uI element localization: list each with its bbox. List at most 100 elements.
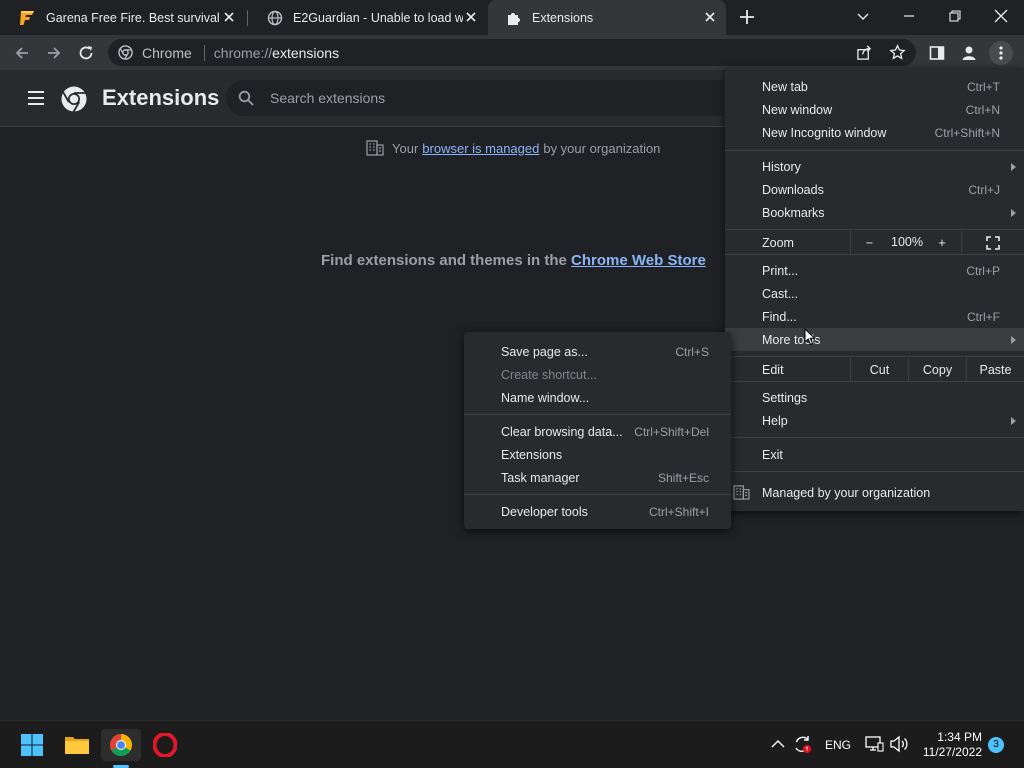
menu-item-more-tools[interactable]: More tools: [725, 328, 1024, 351]
close-window-icon[interactable]: [978, 0, 1024, 32]
menu-item-history[interactable]: History: [725, 155, 1024, 178]
menu-shortcut: Ctrl+J: [968, 182, 1000, 197]
copy-button[interactable]: Copy: [908, 358, 966, 381]
paste-button[interactable]: Paste: [966, 358, 1024, 381]
clock-date: 11/27/2022: [922, 745, 982, 759]
back-icon[interactable]: [10, 41, 34, 65]
tab-title: E2Guardian - Unable to load web: [293, 10, 463, 25]
search-input[interactable]: [270, 88, 670, 108]
kebab-menu-icon[interactable]: [989, 41, 1013, 65]
menu-label: Downloads: [762, 182, 824, 197]
system-clock[interactable]: 1:34 PM 11/27/2022: [918, 730, 982, 760]
title-bar: Garena Free Fire. Best survival Ba E2Gua…: [0, 0, 1024, 35]
notification-badge[interactable]: 3: [988, 737, 1004, 753]
omnibox-divider: [203, 44, 205, 61]
menu-label: Settings: [762, 390, 808, 405]
browser-toolbar: Chrome chrome://extensions: [0, 35, 1024, 70]
chrome-main-menu: New tab Ctrl+T New window Ctrl+N New Inc…: [725, 68, 1024, 511]
network-icon[interactable]: [864, 735, 884, 753]
submenu-arrow-icon: [1011, 162, 1016, 171]
submenu-item-task-manager[interactable]: Task manager Shift+Esc: [464, 466, 731, 489]
submenu-item-name-window[interactable]: Name window...: [464, 386, 731, 409]
menu-shortcut: Shift+Esc: [657, 470, 709, 485]
start-windows-icon[interactable]: [12, 729, 52, 761]
menu-divider: [725, 437, 1024, 438]
menu-item-find[interactable]: Find... Ctrl+F: [725, 305, 1024, 328]
tab-e2guardian[interactable]: E2Guardian - Unable to load web: [249, 0, 487, 35]
menu-item-settings[interactable]: Settings: [725, 386, 1024, 409]
tab-extensions[interactable]: Extensions: [488, 0, 726, 35]
menu-label: Extensions: [501, 447, 563, 462]
new-tab-icon[interactable]: [737, 7, 757, 27]
puzzle-icon: [506, 10, 522, 26]
chrome-icon: [118, 45, 133, 60]
url-text[interactable]: chrome://extensions: [214, 45, 339, 61]
menu-item-exit[interactable]: Exit: [725, 443, 1024, 466]
minimize-icon[interactable]: [886, 0, 932, 32]
close-tab-icon[interactable]: [702, 9, 718, 25]
menu-label: New window: [762, 102, 833, 117]
fullscreen-icon[interactable]: [961, 231, 1024, 254]
profile-avatar-icon[interactable]: [957, 41, 981, 65]
forward-icon[interactable]: [42, 41, 66, 65]
menu-item-new-tab[interactable]: New tab Ctrl+T: [725, 75, 1024, 98]
menu-item-managed[interactable]: Managed by your organization: [725, 481, 1024, 504]
menu-label: Developer tools: [501, 504, 588, 519]
menu-item-cast[interactable]: Cast...: [725, 282, 1024, 305]
menu-item-downloads[interactable]: Downloads Ctrl+J: [725, 178, 1024, 201]
building-icon: [733, 485, 750, 500]
menu-item-new-incognito[interactable]: New Incognito window Ctrl+Shift+N: [725, 121, 1024, 144]
side-panel-icon[interactable]: [925, 41, 949, 65]
close-tab-icon[interactable]: [463, 9, 479, 25]
menu-item-new-window[interactable]: New window Ctrl+N: [725, 98, 1024, 121]
volume-icon[interactable]: [889, 735, 909, 753]
opera-icon[interactable]: [145, 729, 185, 761]
cut-button[interactable]: Cut: [850, 358, 908, 381]
tab-search-icon[interactable]: [840, 0, 886, 32]
menu-divider: [725, 381, 1024, 382]
language-indicator[interactable]: ENG: [825, 738, 851, 752]
submenu-item-save-page[interactable]: Save page as... Ctrl+S: [464, 340, 731, 363]
chrome-taskbar-icon[interactable]: [101, 729, 141, 761]
submenu-arrow-icon: [1011, 335, 1016, 344]
submenu-item-clear-data[interactable]: Clear browsing data... Ctrl+Shift+Del: [464, 420, 731, 443]
tab-garena[interactable]: Garena Free Fire. Best survival Ba: [0, 0, 245, 35]
menu-label: Managed by your organization: [762, 485, 931, 500]
zoom-in-button[interactable]: +: [926, 231, 958, 254]
menu-divider: [725, 471, 1024, 472]
menu-shortcut: Ctrl+Shift+I: [648, 504, 709, 519]
browser-managed-link[interactable]: browser is managed: [422, 141, 539, 156]
chrome-logo-icon: [60, 85, 88, 113]
menu-item-bookmarks[interactable]: Bookmarks: [725, 201, 1024, 224]
menu-label: Zoom: [762, 235, 794, 250]
submenu-item-extensions[interactable]: Extensions: [464, 443, 731, 466]
find-prefix: Find extensions and themes in the: [321, 252, 567, 269]
zoom-out-button[interactable]: −: [850, 231, 888, 254]
menu-item-print[interactable]: Print... Ctrl+P: [725, 259, 1024, 282]
chrome-web-store-link[interactable]: Chrome Web Store: [571, 252, 706, 269]
restore-icon[interactable]: [932, 0, 978, 32]
tab-title: Extensions: [532, 10, 594, 25]
menu-label: Edit: [762, 362, 784, 377]
menu-shortcut: Ctrl+Shift+N: [934, 125, 1000, 140]
hamburger-menu-icon[interactable]: [26, 89, 46, 107]
show-hidden-icons-icon[interactable]: [771, 738, 785, 750]
search-icon: [238, 90, 254, 106]
close-tab-icon[interactable]: [221, 9, 237, 25]
menu-divider: [725, 150, 1024, 151]
share-icon[interactable]: [856, 44, 873, 61]
reload-icon[interactable]: [74, 41, 98, 65]
globe-icon: [267, 10, 283, 26]
address-bar[interactable]: Chrome chrome://extensions: [108, 39, 916, 66]
menu-shortcut: Ctrl+P: [966, 263, 1000, 278]
menu-divider: [725, 229, 1024, 230]
menu-item-help[interactable]: Help: [725, 409, 1024, 432]
search-box[interactable]: [226, 80, 724, 116]
find-extensions-text: Find extensions and themes in the Chrome…: [321, 252, 706, 269]
site-chip: Chrome: [142, 44, 192, 61]
menu-label: Print...: [762, 263, 799, 278]
submenu-item-dev-tools[interactable]: Developer tools Ctrl+Shift+I: [464, 500, 731, 523]
bookmark-star-icon[interactable]: [889, 44, 906, 61]
sync-warning-icon[interactable]: [793, 734, 813, 754]
file-explorer-icon[interactable]: [57, 729, 97, 761]
